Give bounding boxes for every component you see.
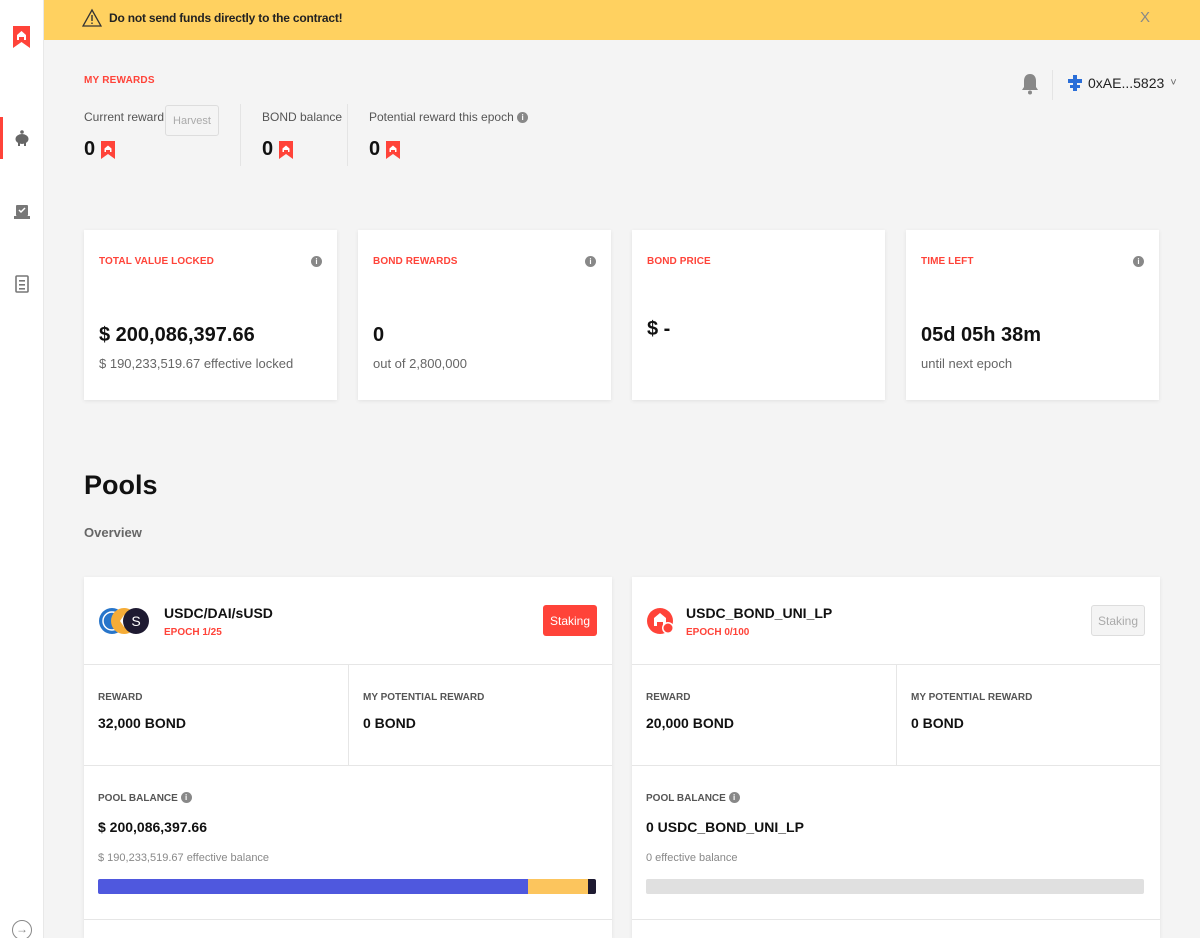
pool-balance-label: POOL BALANCE: [646, 793, 726, 804]
info-icon[interactable]: i: [311, 256, 322, 267]
pool-epoch: EPOCH 1/25: [164, 627, 222, 638]
bond-balance: BOND balance 0: [262, 110, 342, 161]
stablecoin-icons: S: [99, 608, 149, 634]
divider: [347, 104, 348, 166]
divider: [632, 919, 1160, 920]
wallet-dropdown[interactable]: 0xAE...5823 ˅: [1068, 75, 1177, 91]
stat-label: TOTAL VALUE LOCKED: [99, 256, 214, 267]
stat-value: $ 200,086,397.66: [99, 324, 255, 346]
bell-icon[interactable]: [1021, 73, 1039, 95]
info-icon[interactable]: i: [1133, 256, 1144, 267]
stat-value: 0: [373, 324, 385, 346]
stat-card-tvl: TOTAL VALUE LOCKED i $ 200,086,397.66 $ …: [84, 230, 337, 400]
page-title: Pools: [84, 470, 158, 500]
current-reward: Current reward 0: [84, 110, 164, 161]
potential-reward-value: 0 BOND: [911, 715, 964, 731]
stat-card-time-left: TIME LEFT i 05d 05h 38m until next epoch: [906, 230, 1159, 400]
stat-label: TIME LEFT: [921, 256, 974, 267]
reward-value: 20,000 BOND: [646, 715, 734, 731]
piggy-bank-icon: [15, 130, 29, 146]
staking-button[interactable]: Staking: [543, 605, 597, 636]
wallet-address: 0xAE...5823: [1088, 75, 1165, 91]
page-subtitle: Overview: [84, 525, 142, 540]
reward-label: REWARD: [98, 692, 143, 703]
sidebar-item-pools[interactable]: [0, 117, 44, 159]
current-reward-value: 0: [84, 138, 96, 160]
potential-reward-label: MY POTENTIAL REWARD: [363, 692, 485, 703]
reward-label: REWARD: [646, 692, 691, 703]
chevron-down-icon: ˅: [1170, 77, 1177, 89]
bond-token-icon: [101, 140, 116, 159]
pool-balance-value: $ 200,086,397.66: [98, 819, 207, 835]
logout-icon[interactable]: →: [12, 920, 32, 938]
bar-segment-susd: [588, 879, 596, 894]
divider: [84, 919, 612, 920]
stat-sub: until next epoch: [921, 356, 1013, 371]
bond-token-icon: [279, 140, 294, 159]
sidebar-item-docs[interactable]: [0, 263, 44, 305]
info-icon[interactable]: i: [728, 792, 740, 803]
potential-reward: Potential reward this epoch i 0: [369, 110, 529, 161]
rewards-title: MY REWARDS: [84, 75, 155, 86]
staking-button[interactable]: Staking: [1091, 605, 1145, 636]
bond-token-icon: [386, 140, 401, 159]
reward-value: 32,000 BOND: [98, 715, 186, 731]
stat-sub: out of 2,800,000: [373, 356, 467, 371]
pool-name: USDC_BOND_UNI_LP: [686, 605, 833, 621]
pool-epoch: EPOCH 0/100: [686, 627, 750, 638]
stat-value: 05d 05h 38m: [921, 324, 1042, 346]
harvest-button[interactable]: Harvest: [165, 105, 219, 136]
stat-card-bond-price: BOND PRICE $ -: [632, 230, 885, 400]
info-icon[interactable]: i: [585, 256, 596, 267]
stat-label: BOND REWARDS: [373, 256, 458, 267]
pool-rewards-row: REWARD 32,000 BOND MY POTENTIAL REWARD 0…: [84, 665, 612, 766]
divider: [1052, 70, 1053, 100]
current-reward-label: Current reward: [84, 110, 165, 124]
effective-balance: $ 190,233,519.67 effective balance: [98, 852, 270, 864]
banner-text: Do not send funds directly to the contra…: [109, 11, 343, 25]
potential-reward-label: Potential reward this epoch: [369, 110, 514, 124]
pool-header: USDC_BOND_UNI_LP EPOCH 0/100 Staking: [632, 577, 1160, 665]
bond-balance-label: BOND balance: [262, 110, 343, 124]
info-icon[interactable]: i: [180, 792, 192, 803]
pool-balance-bar: [646, 879, 1144, 894]
pool-header: S USDC/DAI/sUSD EPOCH 1/25 Staking: [84, 577, 612, 665]
effective-balance: 0 effective balance: [646, 852, 738, 864]
divider: [240, 104, 241, 166]
close-icon[interactable]: X: [1140, 9, 1150, 26]
document-icon: [15, 275, 29, 293]
wallet-connect-icon: [1068, 75, 1082, 91]
pool-balance-label: POOL BALANCE: [98, 793, 178, 804]
warning-banner: Do not send funds directly to the contra…: [44, 0, 1200, 40]
bond-balance-value: 0: [262, 138, 274, 160]
pool-card-uni-lp: USDC_BOND_UNI_LP EPOCH 0/100 Staking REW…: [632, 577, 1160, 938]
voting-icon: [14, 205, 30, 219]
pool-name: USDC/DAI/sUSD: [164, 605, 273, 621]
stat-value: $ -: [647, 318, 671, 340]
warning-icon: [82, 8, 102, 27]
bar-segment-usdc: [98, 879, 529, 894]
bond-logo-icon[interactable]: [13, 26, 30, 48]
potential-reward-value: 0: [369, 138, 381, 160]
bar-segment-dai: [528, 879, 589, 894]
pool-balance-bar: [98, 879, 596, 894]
pool-rewards-row: REWARD 20,000 BOND MY POTENTIAL REWARD 0…: [632, 665, 1160, 766]
stat-label: BOND PRICE: [647, 256, 711, 267]
stat-card-bond-rewards: BOND REWARDS i 0 out of 2,800,000: [358, 230, 611, 400]
svg-text:S: S: [131, 613, 140, 629]
pool-card-stable: S USDC/DAI/sUSD EPOCH 1/25 Staking REWAR…: [84, 577, 612, 938]
info-icon[interactable]: i: [517, 112, 529, 123]
pool-balance-value: 0 USDC_BOND_UNI_LP: [646, 819, 804, 835]
sidebar: →: [0, 0, 44, 938]
sidebar-item-voting[interactable]: [0, 191, 44, 233]
potential-reward-value: 0 BOND: [363, 715, 416, 731]
stat-sub: $ 190,233,519.67 effective locked: [99, 356, 294, 371]
potential-reward-label: MY POTENTIAL REWARD: [911, 692, 1033, 703]
